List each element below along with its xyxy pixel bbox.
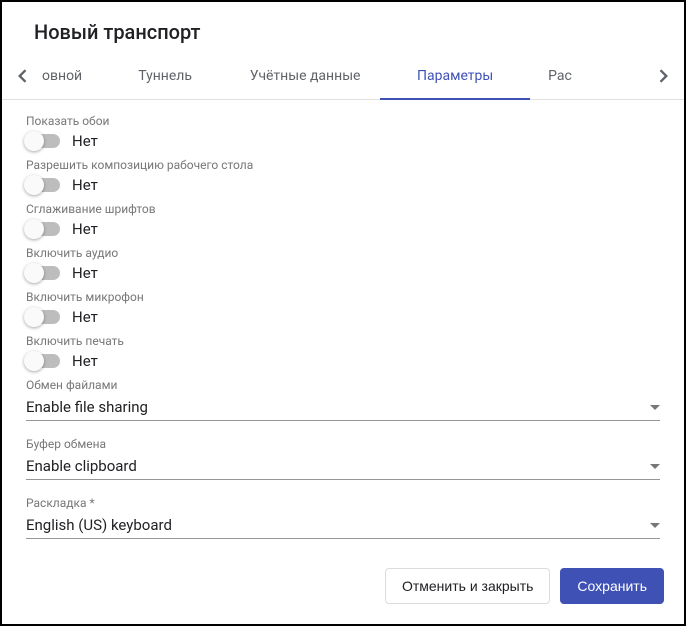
tab-credentials[interactable]: Учётные данные [230,52,380,100]
toggle-knob [24,263,44,283]
field-label: Показать обои [26,114,660,128]
select-field-layout: Раскладка * English (US) keyboard [26,496,660,539]
field-label: Включить аудио [26,246,660,260]
dropdown-arrow-icon [650,523,660,528]
cancel-button[interactable]: Отменить и закрыть [385,568,550,604]
tab-label: Рас [548,68,572,84]
select-value: Enable clipboard [26,457,137,475]
toggle-state: Нет [72,264,98,282]
toggle-audio[interactable] [26,266,60,280]
content-area: Показать обои Нет Разрешить композицию р… [2,100,684,556]
tab-partial-right[interactable]: Рас [530,52,590,100]
save-button[interactable]: Сохранить [560,568,664,604]
toggle-row-composition: Нет [26,176,660,194]
tab-scroll-left[interactable] [2,52,42,100]
tab-tunnel[interactable]: Туннель [100,52,230,100]
dialog-header: Новый транспорт [2,2,684,52]
tab-label: Учётные данные [250,68,361,84]
field-label: Включить печать [26,334,660,348]
dialog-footer: Отменить и закрыть Сохранить [2,556,684,624]
toggle-knob [24,131,44,151]
tab-label: овной [42,68,82,84]
tab-parameters[interactable]: Параметры [380,52,530,100]
select-value: Enable file sharing [26,398,148,416]
toggle-row-printing: Нет [26,352,660,370]
tabs-container: овной Туннель Учётные данные Параметры Р… [2,52,684,100]
toggle-state: Нет [72,132,98,150]
select-layout[interactable]: English (US) keyboard [26,510,660,539]
select-filesharing[interactable]: Enable file sharing [26,392,660,421]
toggle-state: Нет [72,352,98,370]
toggle-row-wallpaper: Нет [26,132,660,150]
field-label: Разрешить композицию рабочего стола [26,158,660,172]
toggle-row-audio: Нет [26,264,660,282]
dropdown-arrow-icon [650,464,660,469]
chevron-left-icon [17,69,27,83]
toggle-wallpaper[interactable] [26,134,60,148]
dropdown-arrow-icon [650,405,660,410]
toggle-state: Нет [72,176,98,194]
toggle-knob [24,175,44,195]
chevron-right-icon [659,69,669,83]
select-field-clipboard: Буфер обмена Enable clipboard [26,437,660,480]
toggle-state: Нет [72,308,98,326]
select-value: English (US) keyboard [26,516,172,534]
tab-label: Туннель [138,68,192,84]
toggle-knob [24,307,44,327]
select-field-filesharing: Обмен файлами Enable file sharing [26,378,660,421]
toggle-composition[interactable] [26,178,60,192]
tabs-list: овной Туннель Учётные данные Параметры Р… [42,52,644,100]
field-label: Сглаживание шрифтов [26,202,660,216]
dialog: Новый транспорт овной Туннель Учётные да… [0,0,686,626]
toggle-row-font-smoothing: Нет [26,220,660,238]
field-label: Включить микрофон [26,290,660,304]
select-label: Буфер обмена [26,437,660,451]
dialog-title: Новый транспорт [34,20,660,44]
select-clipboard[interactable]: Enable clipboard [26,451,660,480]
toggle-font-smoothing[interactable] [26,222,60,236]
toggle-knob [24,351,44,371]
toggle-state: Нет [72,220,98,238]
select-label: Раскладка * [26,496,660,510]
toggle-knob [24,219,44,239]
tab-label: Параметры [417,68,493,84]
select-label: Обмен файлами [26,378,660,392]
toggle-microphone[interactable] [26,310,60,324]
tab-partial-left[interactable]: овной [42,52,100,100]
tab-scroll-right[interactable] [644,52,684,100]
toggle-row-microphone: Нет [26,308,660,326]
toggle-printing[interactable] [26,354,60,368]
